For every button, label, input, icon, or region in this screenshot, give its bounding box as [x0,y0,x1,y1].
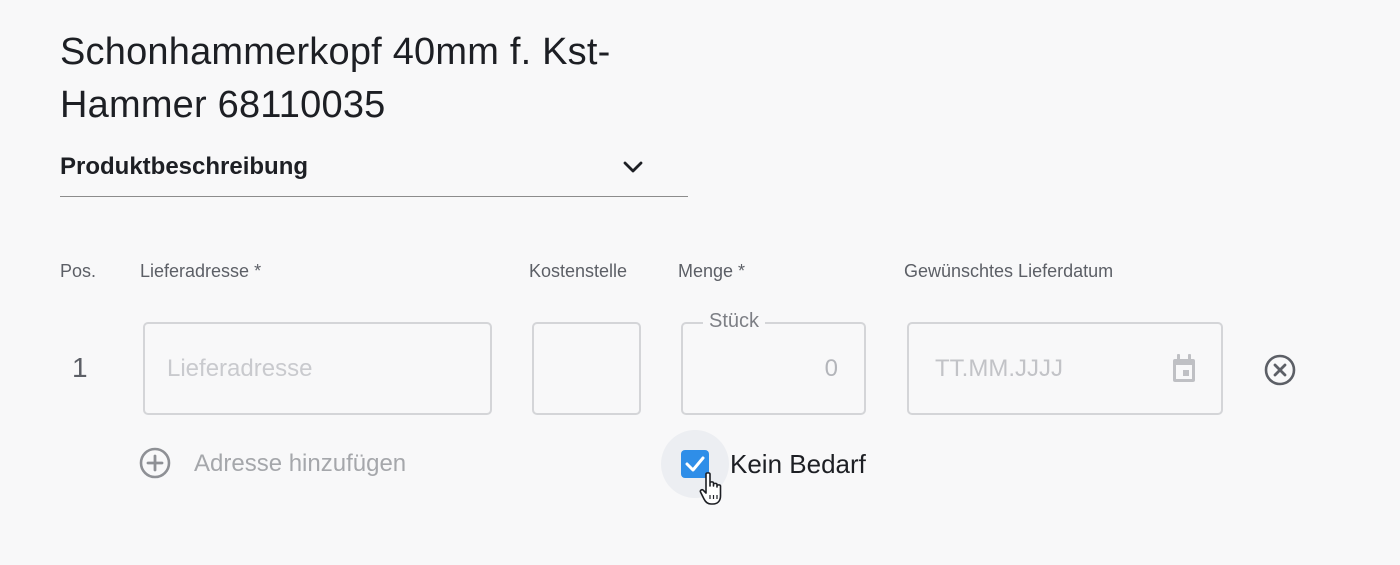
column-header-cost-center: Kostenstelle [529,261,628,281]
column-header-address: Lieferadresse * [140,261,262,281]
no-demand-checkbox[interactable] [681,450,709,478]
product-title: Schonhammerkopf 40mm f. Kst-Hammer 68110… [60,31,611,126]
address-field [143,322,492,415]
accordion-label: Produktbeschreibung [60,153,309,180]
chevron-down-icon [623,161,643,173]
no-demand-label[interactable]: Kein Bedarf [730,449,866,480]
cost-center-field [532,322,641,415]
calendar-icon[interactable] [1171,354,1197,384]
cost-center-input[interactable] [534,324,639,413]
delivery-date-field [907,322,1223,415]
checkmark-icon [685,456,705,472]
column-header-pos: Pos. [60,261,97,281]
plus-circle-icon [139,447,171,479]
close-circle-icon[interactable] [1263,353,1297,387]
quantity-input[interactable] [683,324,864,413]
quantity-field: Stück [681,310,866,415]
product-description-accordion[interactable]: Produktbeschreibung [60,142,688,197]
column-header-quantity: Menge * [678,261,746,281]
row-position-number: 1 [72,352,88,383]
add-address-label: Adresse hinzufügen [194,450,407,477]
order-position-form: Schonhammerkopf 40mm f. Kst-Hammer 68110… [0,0,1400,565]
column-header-delivery-date: Gewünschtes Lieferdatum [904,261,1114,281]
address-input[interactable] [145,324,490,413]
